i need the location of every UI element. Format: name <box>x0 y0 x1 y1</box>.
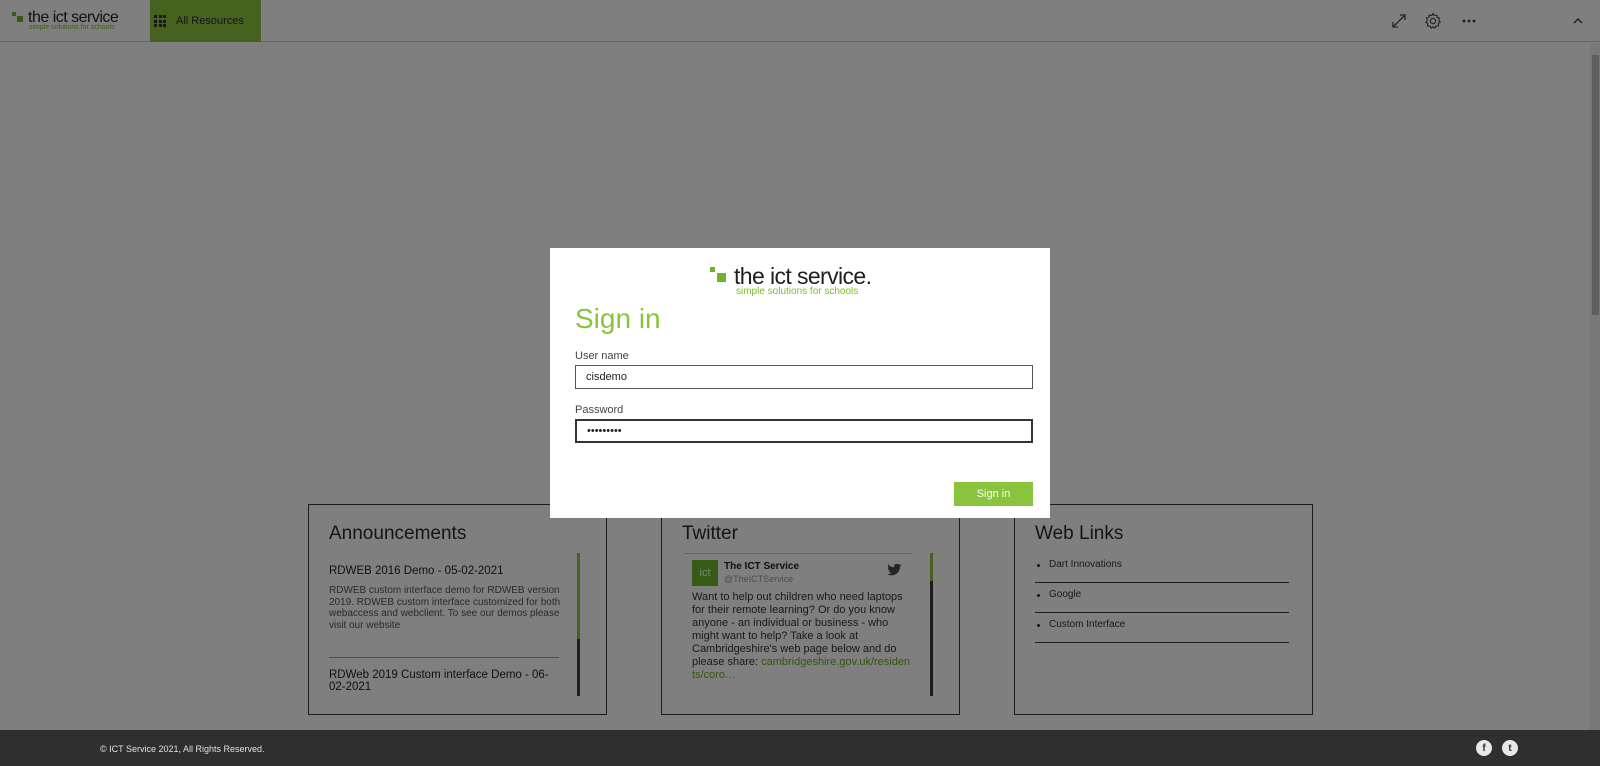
dialog-logo-tagline: simple solutions for schools <box>736 286 859 297</box>
copyright-text: © ICT Service 2021, All Rights Reserved. <box>100 744 265 754</box>
twitter-icon[interactable]: t <box>1502 740 1518 756</box>
footer: © ICT Service 2021, All Rights Reserved.… <box>0 730 1600 766</box>
password-field[interactable] <box>575 419 1033 443</box>
sign-in-dialog: the ict service. simple solutions for sc… <box>550 248 1050 518</box>
username-label: User name <box>575 350 629 362</box>
dialog-logo: the ict service. simple solutions for sc… <box>710 263 910 299</box>
sign-in-button[interactable]: Sign in <box>954 482 1033 506</box>
password-label: Password <box>575 404 624 416</box>
dialog-title: Sign in <box>575 303 661 334</box>
logo-square <box>717 273 726 282</box>
username-field[interactable] <box>575 365 1033 389</box>
logo-square <box>710 267 715 272</box>
facebook-icon[interactable]: f <box>1476 740 1492 756</box>
